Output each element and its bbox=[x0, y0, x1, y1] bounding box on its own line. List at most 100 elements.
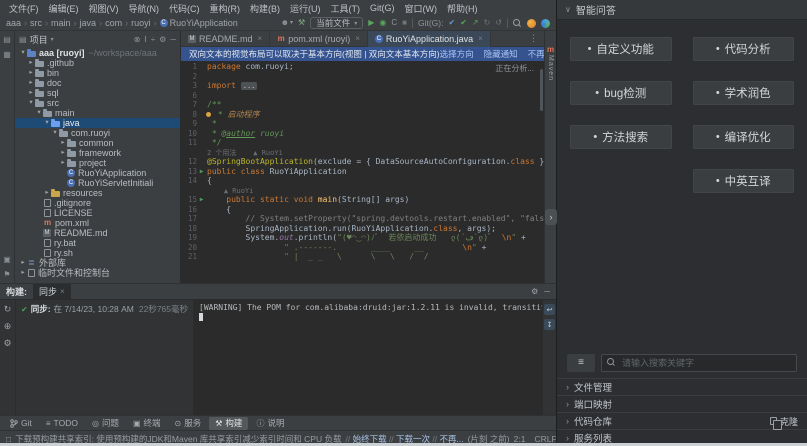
tree-item[interactable]: ▸resources bbox=[15, 188, 180, 198]
tool-problems[interactable]: ◎问题 bbox=[86, 417, 125, 430]
panel-collapse-button[interactable]: › bbox=[545, 209, 557, 225]
code-line[interactable]: 16 { bbox=[181, 205, 544, 215]
build-console[interactable]: [WARNING] The POM for com.alibaba:druid:… bbox=[194, 300, 542, 415]
assistant-panel-header[interactable]: ∨ 智能问答 bbox=[557, 0, 807, 20]
build-stripe-icon[interactable]: ▣ bbox=[3, 255, 11, 264]
menu-item[interactable]: 视图(V) bbox=[84, 2, 124, 15]
line-separator[interactable]: CRLF bbox=[534, 434, 556, 444]
menu-item[interactable]: 代码(C) bbox=[164, 2, 205, 15]
hammer-icon[interactable]: ⚒ bbox=[298, 19, 305, 27]
tree-item[interactable]: ▸sql bbox=[15, 88, 180, 98]
menu-item[interactable]: 重构(R) bbox=[205, 2, 246, 15]
menu-item[interactable]: 工具(T) bbox=[326, 2, 366, 15]
code-line[interactable]: 15▶ public static void main(String[] arg… bbox=[181, 195, 544, 205]
filter-icon[interactable]: ⚙ bbox=[3, 338, 11, 349]
history-icon[interactable]: ↻ bbox=[484, 19, 491, 27]
tree-item[interactable]: LICENSE bbox=[15, 208, 180, 218]
push-icon[interactable]: ↗ bbox=[472, 19, 479, 27]
run-line-icon[interactable]: ▶ bbox=[198, 167, 205, 177]
code-line[interactable]: 13▶public class RuoYiApplication bbox=[181, 167, 544, 177]
tab-close-icon[interactable]: × bbox=[258, 34, 263, 43]
breadcrumb-item[interactable]: com bbox=[105, 18, 122, 28]
feature-button[interactable]: •中英互译 bbox=[693, 169, 795, 193]
code-line[interactable]: 7/** bbox=[181, 100, 544, 110]
scroll-end-icon[interactable]: ↧ bbox=[544, 319, 555, 330]
tree-item[interactable]: .gitignore bbox=[15, 198, 180, 208]
editor-options-icon[interactable]: ⋮ bbox=[523, 33, 544, 44]
run-icon[interactable]: ▶ bbox=[368, 19, 374, 27]
search-everywhere-icon[interactable] bbox=[513, 19, 522, 28]
tree-item[interactable]: ▸临时文件和控制台 bbox=[15, 268, 180, 278]
build-sync-tab[interactable]: 同步 × bbox=[33, 284, 71, 300]
feature-button[interactable]: •方法搜索 bbox=[570, 125, 672, 149]
panel-section[interactable]: ›代码仓库克隆 bbox=[557, 412, 807, 429]
settings-icon[interactable]: ⚙ bbox=[531, 287, 538, 296]
commit-icon[interactable]: ✔ bbox=[460, 19, 467, 27]
code-line[interactable]: 8 * 启动程序 bbox=[181, 110, 544, 120]
tool-services[interactable]: ⊙服务 bbox=[169, 417, 208, 430]
code-line[interactable]: 9 * bbox=[181, 119, 544, 129]
menu-item[interactable]: 窗口(W) bbox=[400, 2, 443, 15]
code-line[interactable]: 12@SpringBootApplication(exclude = { Dat… bbox=[181, 157, 544, 167]
status-link[interactable]: 始终下载 bbox=[353, 434, 387, 444]
tab-close-icon[interactable]: × bbox=[355, 34, 360, 43]
banner-action-link[interactable]: 不再显示 bbox=[528, 48, 544, 60]
breadcrumb-item[interactable]: ruoyi bbox=[131, 18, 151, 28]
stop-icon[interactable]: ■ bbox=[402, 19, 407, 27]
code-line[interactable]: ▲ RuoYi bbox=[181, 186, 544, 196]
bookmarks-stripe-icon[interactable]: ⚑ bbox=[3, 270, 10, 279]
folders-stripe-icon[interactable]: ▦ bbox=[3, 50, 11, 59]
menu-item[interactable]: 构建(B) bbox=[245, 2, 285, 15]
pin-icon[interactable]: ⊕ bbox=[4, 321, 12, 332]
menu-item[interactable]: Git(G) bbox=[365, 3, 400, 13]
menu-item[interactable]: 运行(U) bbox=[285, 2, 326, 15]
breadcrumb-item[interactable]: java bbox=[80, 18, 97, 28]
tool-terminal[interactable]: ▣终端 bbox=[127, 417, 167, 430]
close-icon[interactable]: × bbox=[60, 287, 65, 296]
maven-tool-tab[interactable]: m Maven bbox=[547, 45, 554, 81]
panel-section[interactable]: ›端口映射 bbox=[557, 395, 807, 412]
rollback-icon[interactable]: ↺ bbox=[495, 19, 502, 27]
breadcrumb-item[interactable]: src bbox=[30, 18, 42, 28]
chevron-down-icon[interactable]: ▾ bbox=[51, 36, 54, 43]
tree-item[interactable]: CRuoYiServletInitiali bbox=[15, 178, 180, 188]
status-link[interactable]: 下载一次 bbox=[396, 434, 430, 444]
editor-tab[interactable]: mpom.xml (ruoyi)× bbox=[270, 31, 368, 47]
code-line[interactable]: 2 个用法 ▲ RuoYi bbox=[181, 148, 544, 158]
code-line[interactable]: 19 System.out.println("(♥◠‿◠)ﾉﾞ 若依启动成功 ლ… bbox=[181, 233, 544, 243]
feature-button[interactable]: •代码分析 bbox=[693, 37, 795, 61]
tree-item[interactable]: ▸doc bbox=[15, 78, 180, 88]
code-line[interactable]: 6 bbox=[181, 91, 544, 101]
tree-item[interactable]: ▾java bbox=[15, 118, 180, 128]
tool-git[interactable]: Git bbox=[4, 417, 38, 430]
menu-button[interactable]: ≡ bbox=[567, 354, 595, 372]
tool-todo[interactable]: ≡TODO bbox=[40, 417, 84, 430]
plugin-icon[interactable] bbox=[527, 19, 536, 28]
code-line[interactable]: 14{ bbox=[181, 176, 544, 186]
feature-button[interactable]: •学术润色 bbox=[693, 81, 795, 105]
status-link[interactable]: 不再... bbox=[440, 434, 464, 444]
code-line[interactable]: 20 " .-------. ____ __ \n" + bbox=[181, 243, 544, 253]
panel-section[interactable]: ›文件管理 bbox=[557, 378, 807, 395]
sync-status-row[interactable]: ✔ 同步: 在 7/14/23, 10:28 AM 22秒765毫秒 bbox=[21, 303, 188, 315]
breadcrumb-item[interactable]: CRuoYiApplication bbox=[160, 18, 238, 28]
hide-panel-icon[interactable]: ─ bbox=[170, 35, 176, 44]
feature-button[interactable]: •bug检测 bbox=[570, 81, 672, 105]
coverage-icon[interactable]: C bbox=[391, 19, 397, 27]
banner-action-link[interactable]: 选择方向 bbox=[440, 48, 474, 60]
locate-icon[interactable]: ⊗ bbox=[134, 35, 141, 44]
banner-action-link[interactable]: 隐藏通知 bbox=[484, 48, 518, 60]
tree-item[interactable]: ▸project bbox=[15, 158, 180, 168]
tree-item[interactable]: ▸≣外部库 bbox=[15, 258, 180, 268]
tool-build[interactable]: ⚒构建 bbox=[209, 417, 248, 430]
feature-button[interactable]: •自定义功能 bbox=[570, 37, 672, 61]
breadcrumb-item[interactable]: aaa bbox=[6, 18, 21, 28]
code-line[interactable]: 18 SpringApplication.run(RuoYiApplicatio… bbox=[181, 224, 544, 234]
ai-plugin-icon[interactable] bbox=[541, 19, 550, 28]
menu-item[interactable]: 文件(F) bbox=[4, 2, 44, 15]
update-project-icon[interactable]: ✔ bbox=[448, 19, 455, 27]
user-icon[interactable]: ☻▾ bbox=[281, 19, 293, 27]
settings-icon[interactable]: ⚙ bbox=[159, 35, 166, 44]
code-line[interactable]: 21 " | _ _ \ \ \ / / bbox=[181, 252, 544, 262]
tree-item[interactable]: ▾src bbox=[15, 98, 180, 108]
